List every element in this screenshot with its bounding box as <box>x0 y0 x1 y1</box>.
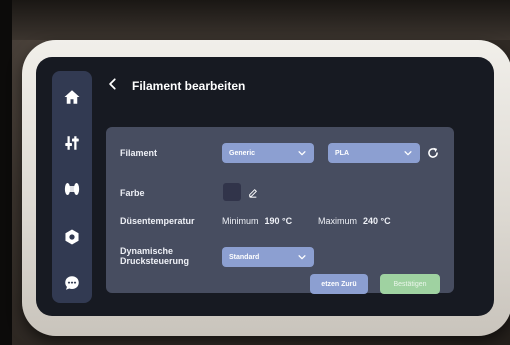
refresh-icon[interactable] <box>426 146 440 160</box>
filament-spool-icon <box>64 183 80 195</box>
nozzle-temperature-label: Düsentemperatur <box>120 216 195 226</box>
pressure-control-select[interactable]: Standard <box>222 247 314 267</box>
chevron-left-icon <box>109 77 116 90</box>
home-icon <box>64 90 80 104</box>
chat-icon <box>65 276 79 290</box>
sidebar-item-messages[interactable] <box>58 269 86 297</box>
page-title: Filament bearbeiten <box>132 79 246 93</box>
page-header: Filament bearbeiten <box>106 73 245 99</box>
sidebar-item-home[interactable] <box>58 83 86 111</box>
edit-pencil-icon[interactable] <box>248 188 258 198</box>
filament-edit-panel: Filament Generic PLA Farbe Düsentemperat… <box>106 127 454 294</box>
filament-label: Filament <box>120 148 158 158</box>
pressure-control-label-line2: Drucksteuerung <box>120 256 190 266</box>
max-value: 240 °C <box>363 216 391 226</box>
color-label: Farbe <box>120 188 145 198</box>
confirm-button[interactable]: Bestätigen <box>380 274 440 294</box>
color-swatch[interactable] <box>223 183 241 201</box>
nozzle-min-temperature: Minimum 190 °C <box>222 216 292 226</box>
sidebar-item-controls[interactable] <box>58 129 86 157</box>
sidebar <box>52 71 92 303</box>
chevron-down-icon <box>298 255 306 260</box>
chevron-down-icon <box>298 151 306 156</box>
pressure-control-value: Standard <box>229 253 260 261</box>
sidebar-item-settings[interactable] <box>58 223 86 251</box>
sliders-icon <box>65 136 79 150</box>
filament-brand-select[interactable]: Generic <box>222 143 314 163</box>
sidebar-item-filament[interactable] <box>58 175 86 203</box>
chevron-down-icon <box>404 151 412 156</box>
device-screen: Filament bearbeiten Filament Generic PLA… <box>36 57 494 316</box>
filament-type-select[interactable]: PLA <box>328 143 420 163</box>
filament-type-value: PLA <box>335 149 349 157</box>
back-button[interactable] <box>106 77 120 96</box>
filament-brand-value: Generic <box>229 149 256 157</box>
nozzle-max-temperature: Maximum 240 °C <box>318 216 391 226</box>
max-label: Maximum <box>318 216 358 226</box>
min-value: 190 °C <box>264 216 293 226</box>
pressure-control-label-line1: Dynamische <box>120 246 174 256</box>
background-edge <box>0 0 12 345</box>
reset-button[interactable]: etzen Zurü <box>310 274 368 294</box>
settings-icon <box>65 229 79 245</box>
background-top <box>0 0 510 40</box>
min-label: Minimum <box>222 216 259 226</box>
